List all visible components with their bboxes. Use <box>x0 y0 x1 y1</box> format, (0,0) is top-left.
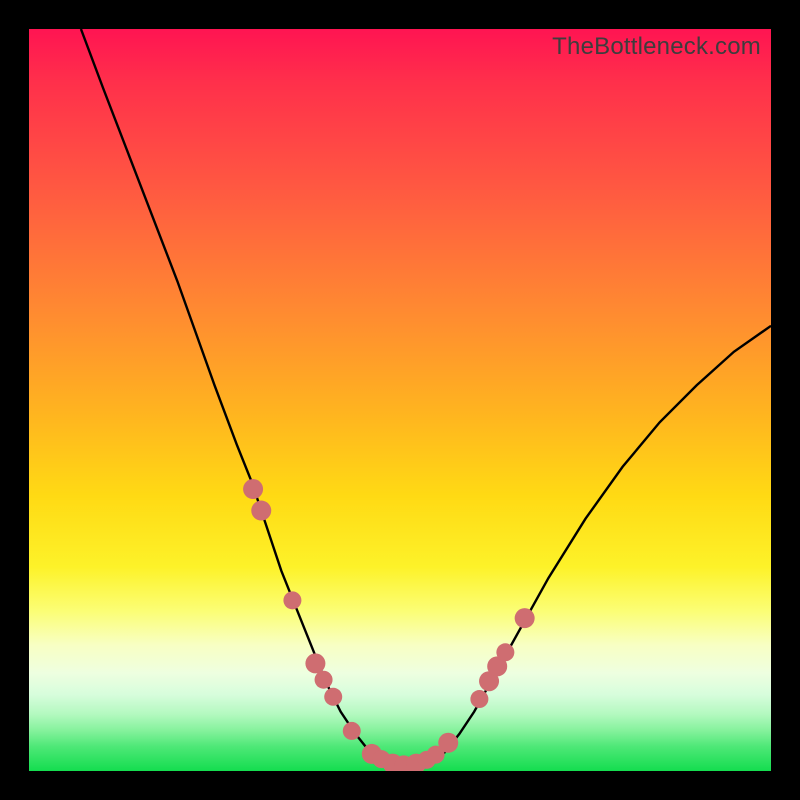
data-point <box>315 671 333 689</box>
data-point <box>496 643 514 661</box>
chart-frame: TheBottleneck.com <box>0 0 800 800</box>
data-point <box>243 479 263 499</box>
data-point <box>305 653 325 673</box>
plot-area: TheBottleneck.com <box>29 29 771 771</box>
data-point <box>515 608 535 628</box>
data-point <box>470 690 488 708</box>
bottleneck-curve <box>81 29 771 769</box>
data-point <box>324 688 342 706</box>
marker-group <box>243 479 535 771</box>
data-point <box>251 501 271 521</box>
data-point <box>343 722 361 740</box>
curve-layer <box>29 29 771 771</box>
data-point <box>283 591 301 609</box>
data-point <box>438 733 458 753</box>
